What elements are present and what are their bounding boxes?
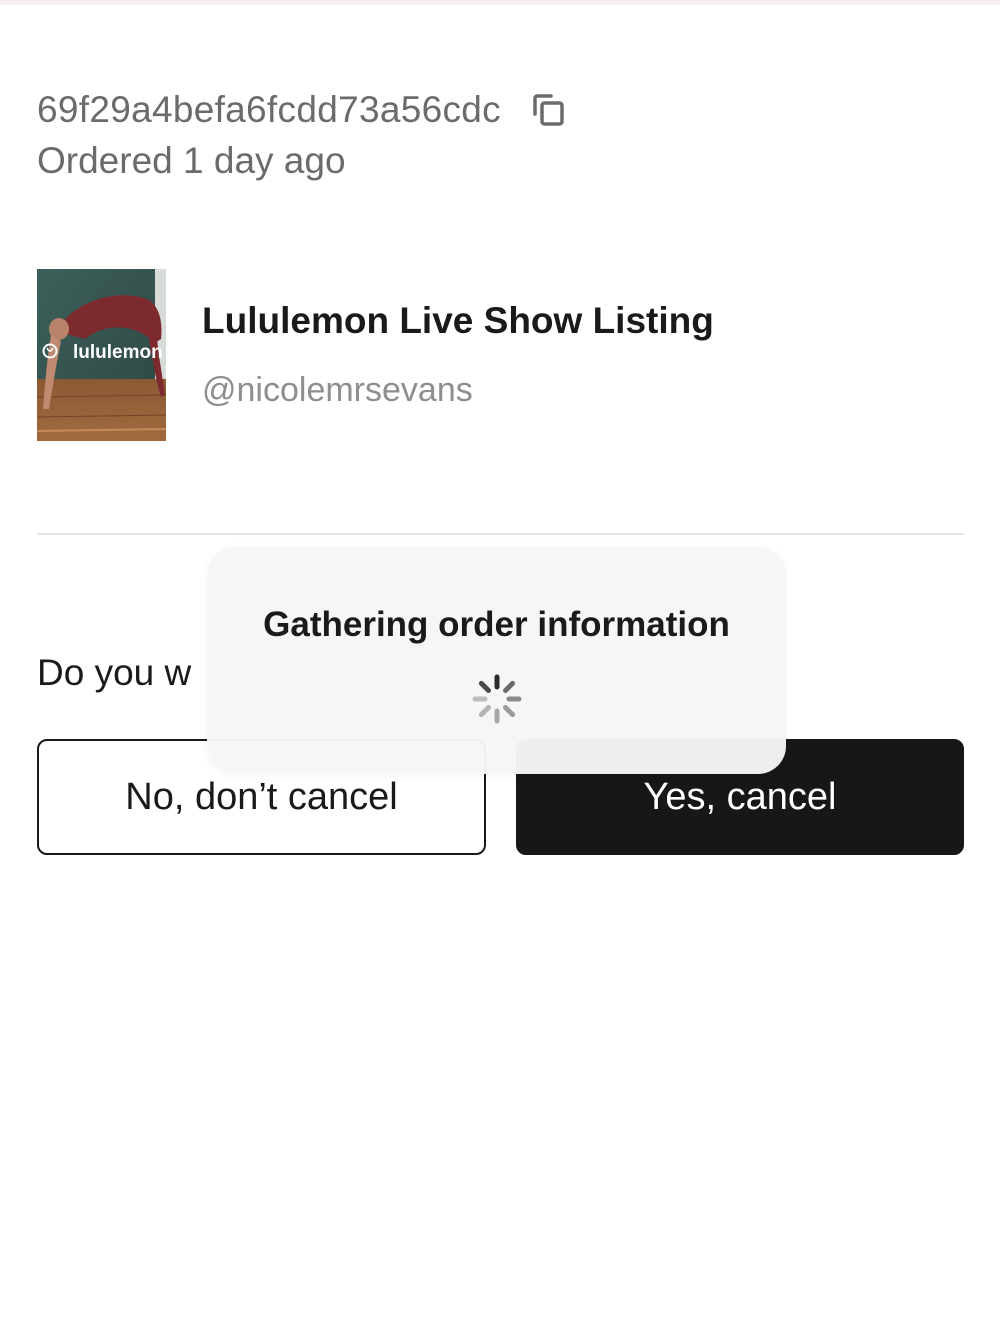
top-strip [0, 0, 1000, 5]
loading-spinner-icon [470, 672, 524, 726]
copy-icon-graphic [533, 94, 564, 126]
divider [37, 533, 964, 535]
cancel-question: Do you w [37, 652, 192, 693]
order-id: 69f29a4befa6fcdd73a56cdc [37, 89, 501, 130]
loading-overlay: Gathering order information [207, 547, 786, 774]
order-date: Ordered 1 day ago [37, 140, 346, 181]
product-title[interactable]: Lululemon Live Show Listing [202, 298, 714, 344]
product-thumbnail-image: lululemon [37, 269, 166, 441]
product-thumbnail[interactable]: lululemon [37, 269, 166, 441]
thumbnail-brand-text: lululemon [73, 342, 163, 363]
order-id-row: 69f29a4befa6fcdd73a56cdc [37, 88, 567, 132]
loading-message: Gathering order information [263, 605, 730, 644]
seller-handle[interactable]: @nicolemrsevans [202, 368, 473, 412]
spinner-graphic [472, 674, 522, 724]
copy-icon[interactable] [531, 92, 567, 128]
